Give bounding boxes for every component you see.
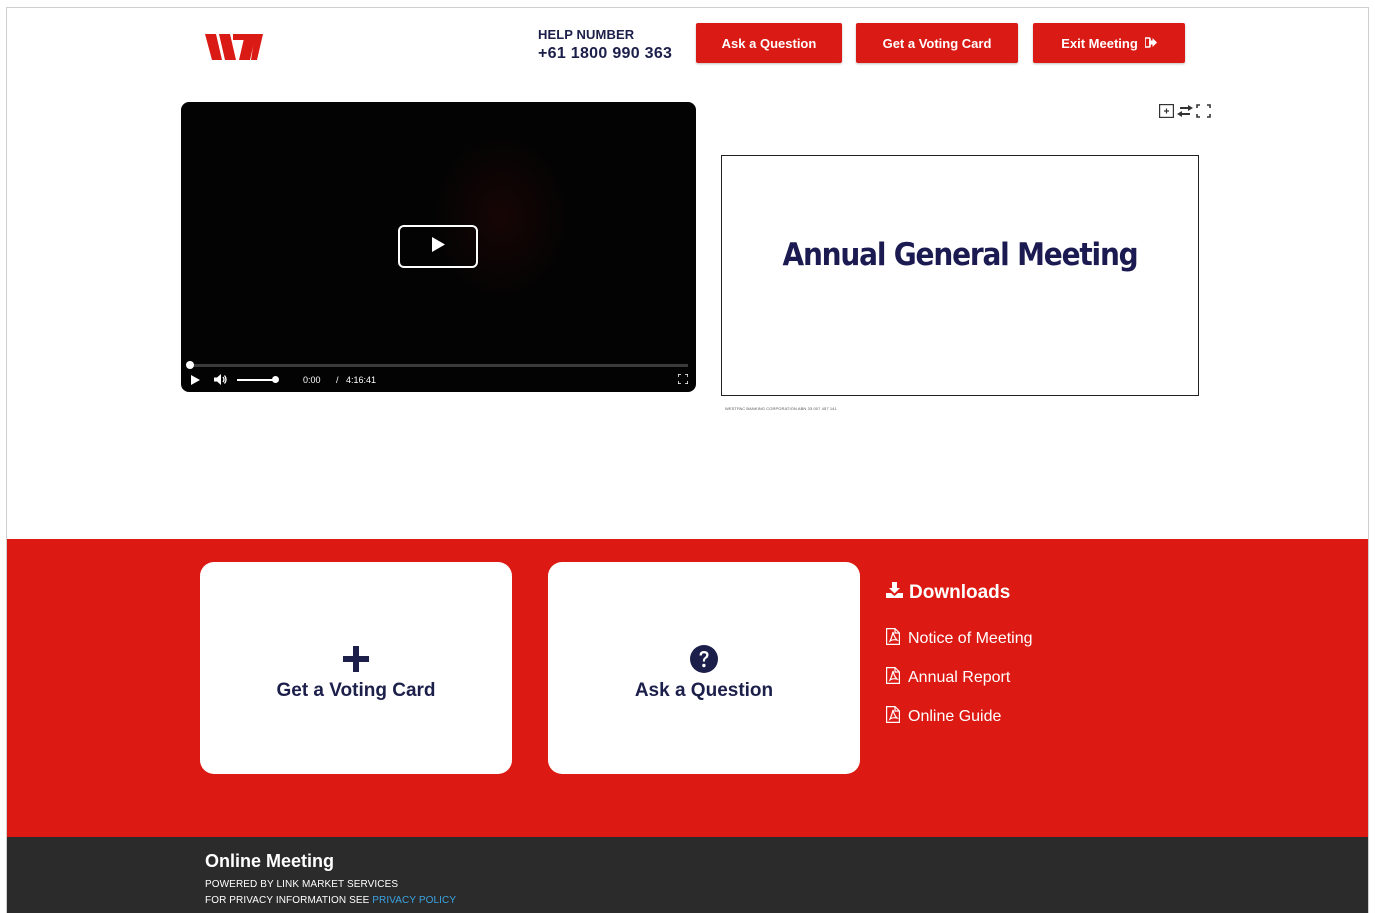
slide-title: Annual General Meeting bbox=[782, 236, 1138, 273]
swap-icon[interactable] bbox=[1177, 105, 1193, 117]
get-voting-card-button[interactable]: Get a Voting Card bbox=[856, 23, 1018, 63]
sign-out-icon bbox=[1143, 36, 1157, 51]
ask-question-tile-label: Ask a Question bbox=[634, 680, 774, 701]
video-player[interactable]: 0:00 / 4:16:41 bbox=[181, 102, 696, 392]
get-voting-card-label: Get a Voting Card bbox=[882, 35, 992, 51]
video-controls: 0:00 / 4:16:41 bbox=[181, 368, 696, 392]
fullscreen-icon[interactable] bbox=[1196, 104, 1211, 118]
download-icon bbox=[886, 582, 903, 604]
help-phone-number[interactable]: +61 1800 990 363 bbox=[538, 45, 672, 63]
privacy-text: FOR PRIVACY INFORMATION SEE PRIVACY POLI… bbox=[205, 895, 456, 906]
footer: Online Meeting POWERED BY LINK MARKET SE… bbox=[7, 837, 1368, 913]
privacy-policy-link[interactable]: PRIVACY POLICY bbox=[372, 895, 456, 906]
slide-footer-text: WESTPAC BANKING CORPORATION ABN 33 007 4… bbox=[725, 406, 837, 411]
downloads-list: Notice of Meeting Annual Report Online G… bbox=[886, 628, 1033, 728]
download-label: Notice of Meeting bbox=[908, 630, 1033, 647]
ask-question-tile[interactable]: Ask a Question bbox=[548, 562, 860, 774]
volume-slider-handle[interactable] bbox=[272, 376, 279, 383]
pdf-icon bbox=[886, 628, 900, 650]
picture-in-picture-icon[interactable] bbox=[1159, 104, 1174, 118]
video-frame-background bbox=[431, 132, 571, 302]
time-separator: / bbox=[336, 375, 339, 385]
help-number-block: HELP NUMBER +61 1800 990 363 bbox=[538, 27, 672, 63]
download-annual-report[interactable]: Annual Report bbox=[886, 667, 1033, 689]
control-play-icon[interactable] bbox=[191, 375, 200, 387]
big-play-button[interactable] bbox=[398, 225, 478, 268]
play-icon bbox=[431, 236, 445, 257]
voting-card-tile[interactable]: Get a Voting Card bbox=[200, 562, 512, 774]
plus-icon bbox=[343, 644, 369, 674]
current-time: 0:00 bbox=[303, 375, 321, 385]
video-progress-bar[interactable] bbox=[189, 364, 688, 367]
powered-by-text: POWERED BY LINK MARKET SERVICES bbox=[205, 879, 399, 890]
voting-card-tile-label: Get a Voting Card bbox=[276, 680, 436, 701]
exit-meeting-button[interactable]: Exit Meeting bbox=[1033, 23, 1185, 63]
ask-question-button[interactable]: Ask a Question bbox=[696, 23, 842, 63]
volume-slider[interactable] bbox=[237, 379, 275, 381]
presentation-slide: Annual General Meeting bbox=[721, 155, 1199, 396]
question-circle-icon bbox=[690, 644, 718, 674]
ask-question-label: Ask a Question bbox=[721, 35, 817, 51]
westpac-logo-icon[interactable] bbox=[205, 34, 271, 66]
exit-meeting-label: Exit Meeting bbox=[1061, 35, 1138, 51]
slide-tools bbox=[1159, 104, 1211, 118]
page-frame: HELP NUMBER +61 1800 990 363 Ask a Quest… bbox=[6, 7, 1369, 913]
actions-section: Get a Voting Card Ask a Question Downloa… bbox=[7, 539, 1368, 837]
help-label: HELP NUMBER bbox=[538, 27, 635, 42]
duration: 4:16:41 bbox=[346, 375, 377, 385]
footer-title: Online Meeting bbox=[205, 851, 335, 871]
pdf-icon bbox=[886, 706, 900, 728]
volume-icon[interactable] bbox=[214, 374, 228, 387]
download-online-guide[interactable]: Online Guide bbox=[886, 706, 1033, 728]
downloads-heading: Downloads bbox=[886, 582, 1033, 604]
video-fullscreen-icon[interactable] bbox=[677, 373, 689, 386]
downloads-title: Downloads bbox=[909, 582, 1011, 603]
pdf-icon bbox=[886, 667, 900, 689]
download-label: Annual Report bbox=[908, 669, 1011, 686]
download-label: Online Guide bbox=[908, 708, 1002, 725]
privacy-prefix: FOR PRIVACY INFORMATION SEE bbox=[205, 895, 370, 906]
download-notice-of-meeting[interactable]: Notice of Meeting bbox=[886, 628, 1033, 650]
downloads-panel: Downloads Notice of Meeting Annual Repor… bbox=[886, 582, 1033, 745]
